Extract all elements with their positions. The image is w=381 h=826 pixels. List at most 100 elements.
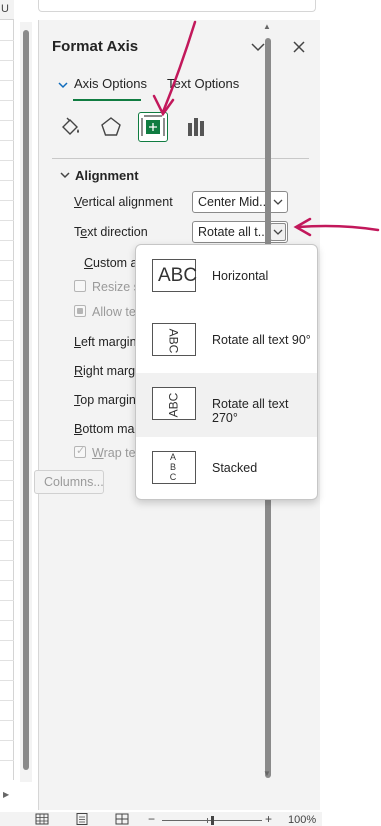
row-line xyxy=(0,700,14,701)
text-direction-label: Text direction xyxy=(74,225,148,239)
size-properties-button[interactable] xyxy=(138,112,168,142)
size-properties-icon xyxy=(141,115,165,136)
normal-view-icon[interactable] xyxy=(35,813,49,825)
column-header[interactable]: U xyxy=(0,0,14,20)
row-line xyxy=(0,160,14,161)
row-line xyxy=(0,680,14,681)
row-line xyxy=(0,60,14,61)
menu-item-label: Rotate all text 90° xyxy=(212,333,311,347)
bottom-margin-label: Bottom mar xyxy=(74,422,139,436)
menu-item-horizontal[interactable]: ABC Horizontal xyxy=(136,245,317,309)
worksheet-edge: U xyxy=(0,0,14,780)
preview-text: ABC xyxy=(166,392,181,418)
menu-item-label: Stacked xyxy=(212,461,258,475)
row-line xyxy=(0,720,14,721)
zoom-out-icon[interactable]: − xyxy=(148,812,155,826)
allow-text-overflow-checkbox[interactable] xyxy=(74,305,86,317)
rotate-90-preview-icon: ABC xyxy=(152,323,196,356)
zoom-level[interactable]: 100% xyxy=(288,814,316,826)
pane-title: Format Axis xyxy=(52,38,139,55)
row-line xyxy=(0,540,14,541)
tab-axis-options[interactable]: Axis Options xyxy=(74,76,147,91)
preview-text: A B C xyxy=(169,452,177,482)
preview-text: ABC xyxy=(166,328,181,354)
effects-button[interactable] xyxy=(96,112,126,142)
menu-item-label: Rotate all text 270° xyxy=(212,397,289,425)
horizontal-preview-icon: ABC xyxy=(152,259,198,292)
menu-item-rotate-270[interactable]: ABC Rotate all text 270° xyxy=(136,373,317,437)
row-line xyxy=(0,620,14,621)
row-line xyxy=(0,760,14,761)
resize-shape-checkbox[interactable] xyxy=(74,280,86,292)
allow-text-label: Allow te xyxy=(92,305,136,319)
row-line xyxy=(0,260,14,261)
scroll-down-arrow-icon[interactable]: ▼ xyxy=(263,769,271,778)
sheet-scroll-thumb[interactable] xyxy=(23,30,29,770)
row-line xyxy=(0,440,14,441)
close-icon[interactable] xyxy=(290,38,308,56)
text-direction-menu: ABC Horizontal ABC Rotate all text 90° A… xyxy=(135,244,318,500)
zoom-center-tick xyxy=(207,818,208,823)
columns-button[interactable]: Columns... xyxy=(34,470,104,494)
row-line xyxy=(0,300,14,301)
left-margin-label: Left margin xyxy=(74,335,137,349)
row-line xyxy=(0,360,14,361)
row-line xyxy=(0,40,14,41)
zoom-slider-thumb[interactable] xyxy=(211,816,214,825)
menu-item-label: Horizontal xyxy=(212,269,269,283)
fill-line-icon xyxy=(62,117,79,135)
zoom-in-icon[interactable]: + xyxy=(265,812,272,826)
tab-text-options[interactable]: Text Options xyxy=(167,76,239,91)
row-line xyxy=(0,480,14,481)
rotate-270-preview-icon: ABC xyxy=(152,387,196,420)
vertical-alignment-value: Center Mid... xyxy=(198,195,270,209)
right-margin-label: Right margi xyxy=(74,364,138,378)
sheet-vertical-scrollbar[interactable] xyxy=(20,22,32,782)
panel-top-edge xyxy=(38,0,316,12)
wrap-text-checkbox[interactable] xyxy=(74,444,86,458)
row-line xyxy=(0,400,14,401)
preview-text: ABC xyxy=(158,265,198,286)
row-line xyxy=(0,560,14,561)
row-line xyxy=(0,220,14,221)
row-line xyxy=(0,660,14,661)
row-line xyxy=(0,600,14,601)
row-line xyxy=(0,460,14,461)
row-line xyxy=(0,200,14,201)
row-line xyxy=(0,80,14,81)
effects-pentagon-icon xyxy=(101,117,121,136)
row-line xyxy=(0,140,14,141)
row-line xyxy=(0,580,14,581)
page-layout-view-icon[interactable] xyxy=(75,813,89,825)
row-line xyxy=(0,280,14,281)
stacked-preview-icon: A B C xyxy=(152,451,196,484)
row-line xyxy=(0,520,14,521)
page-break-preview-icon[interactable] xyxy=(115,813,129,825)
menu-item-rotate-90[interactable]: ABC Rotate all text 90° xyxy=(136,309,317,373)
scroll-right-arrow-icon[interactable]: ▶ xyxy=(3,790,9,799)
custom-angle-label: Custom a xyxy=(84,256,138,270)
menu-item-stacked[interactable]: A B C Stacked xyxy=(136,437,317,499)
chevron-down-icon[interactable] xyxy=(59,170,71,180)
row-line xyxy=(0,740,14,741)
row-line xyxy=(0,420,14,421)
row-line xyxy=(0,500,14,501)
chevron-down-icon[interactable] xyxy=(57,80,69,90)
text-direction-value: Rotate all t... xyxy=(198,225,269,239)
axis-options-bars-icon xyxy=(188,118,204,136)
row-line xyxy=(0,240,14,241)
row-line xyxy=(0,380,14,381)
row-line xyxy=(0,320,14,321)
row-line xyxy=(0,100,14,101)
row-line xyxy=(0,180,14,181)
row-line xyxy=(0,340,14,341)
top-margin-label: Top margin xyxy=(74,393,136,407)
row-line xyxy=(0,640,14,641)
scroll-up-arrow-icon[interactable]: ▲ xyxy=(263,22,271,31)
active-tab-indicator xyxy=(73,99,141,101)
section-alignment-title[interactable]: Alignment xyxy=(75,168,139,183)
vertical-alignment-label: Vertical alignment xyxy=(74,195,173,209)
fill-line-button[interactable] xyxy=(55,112,85,142)
axis-options-button[interactable] xyxy=(181,112,211,142)
row-line xyxy=(0,120,14,121)
